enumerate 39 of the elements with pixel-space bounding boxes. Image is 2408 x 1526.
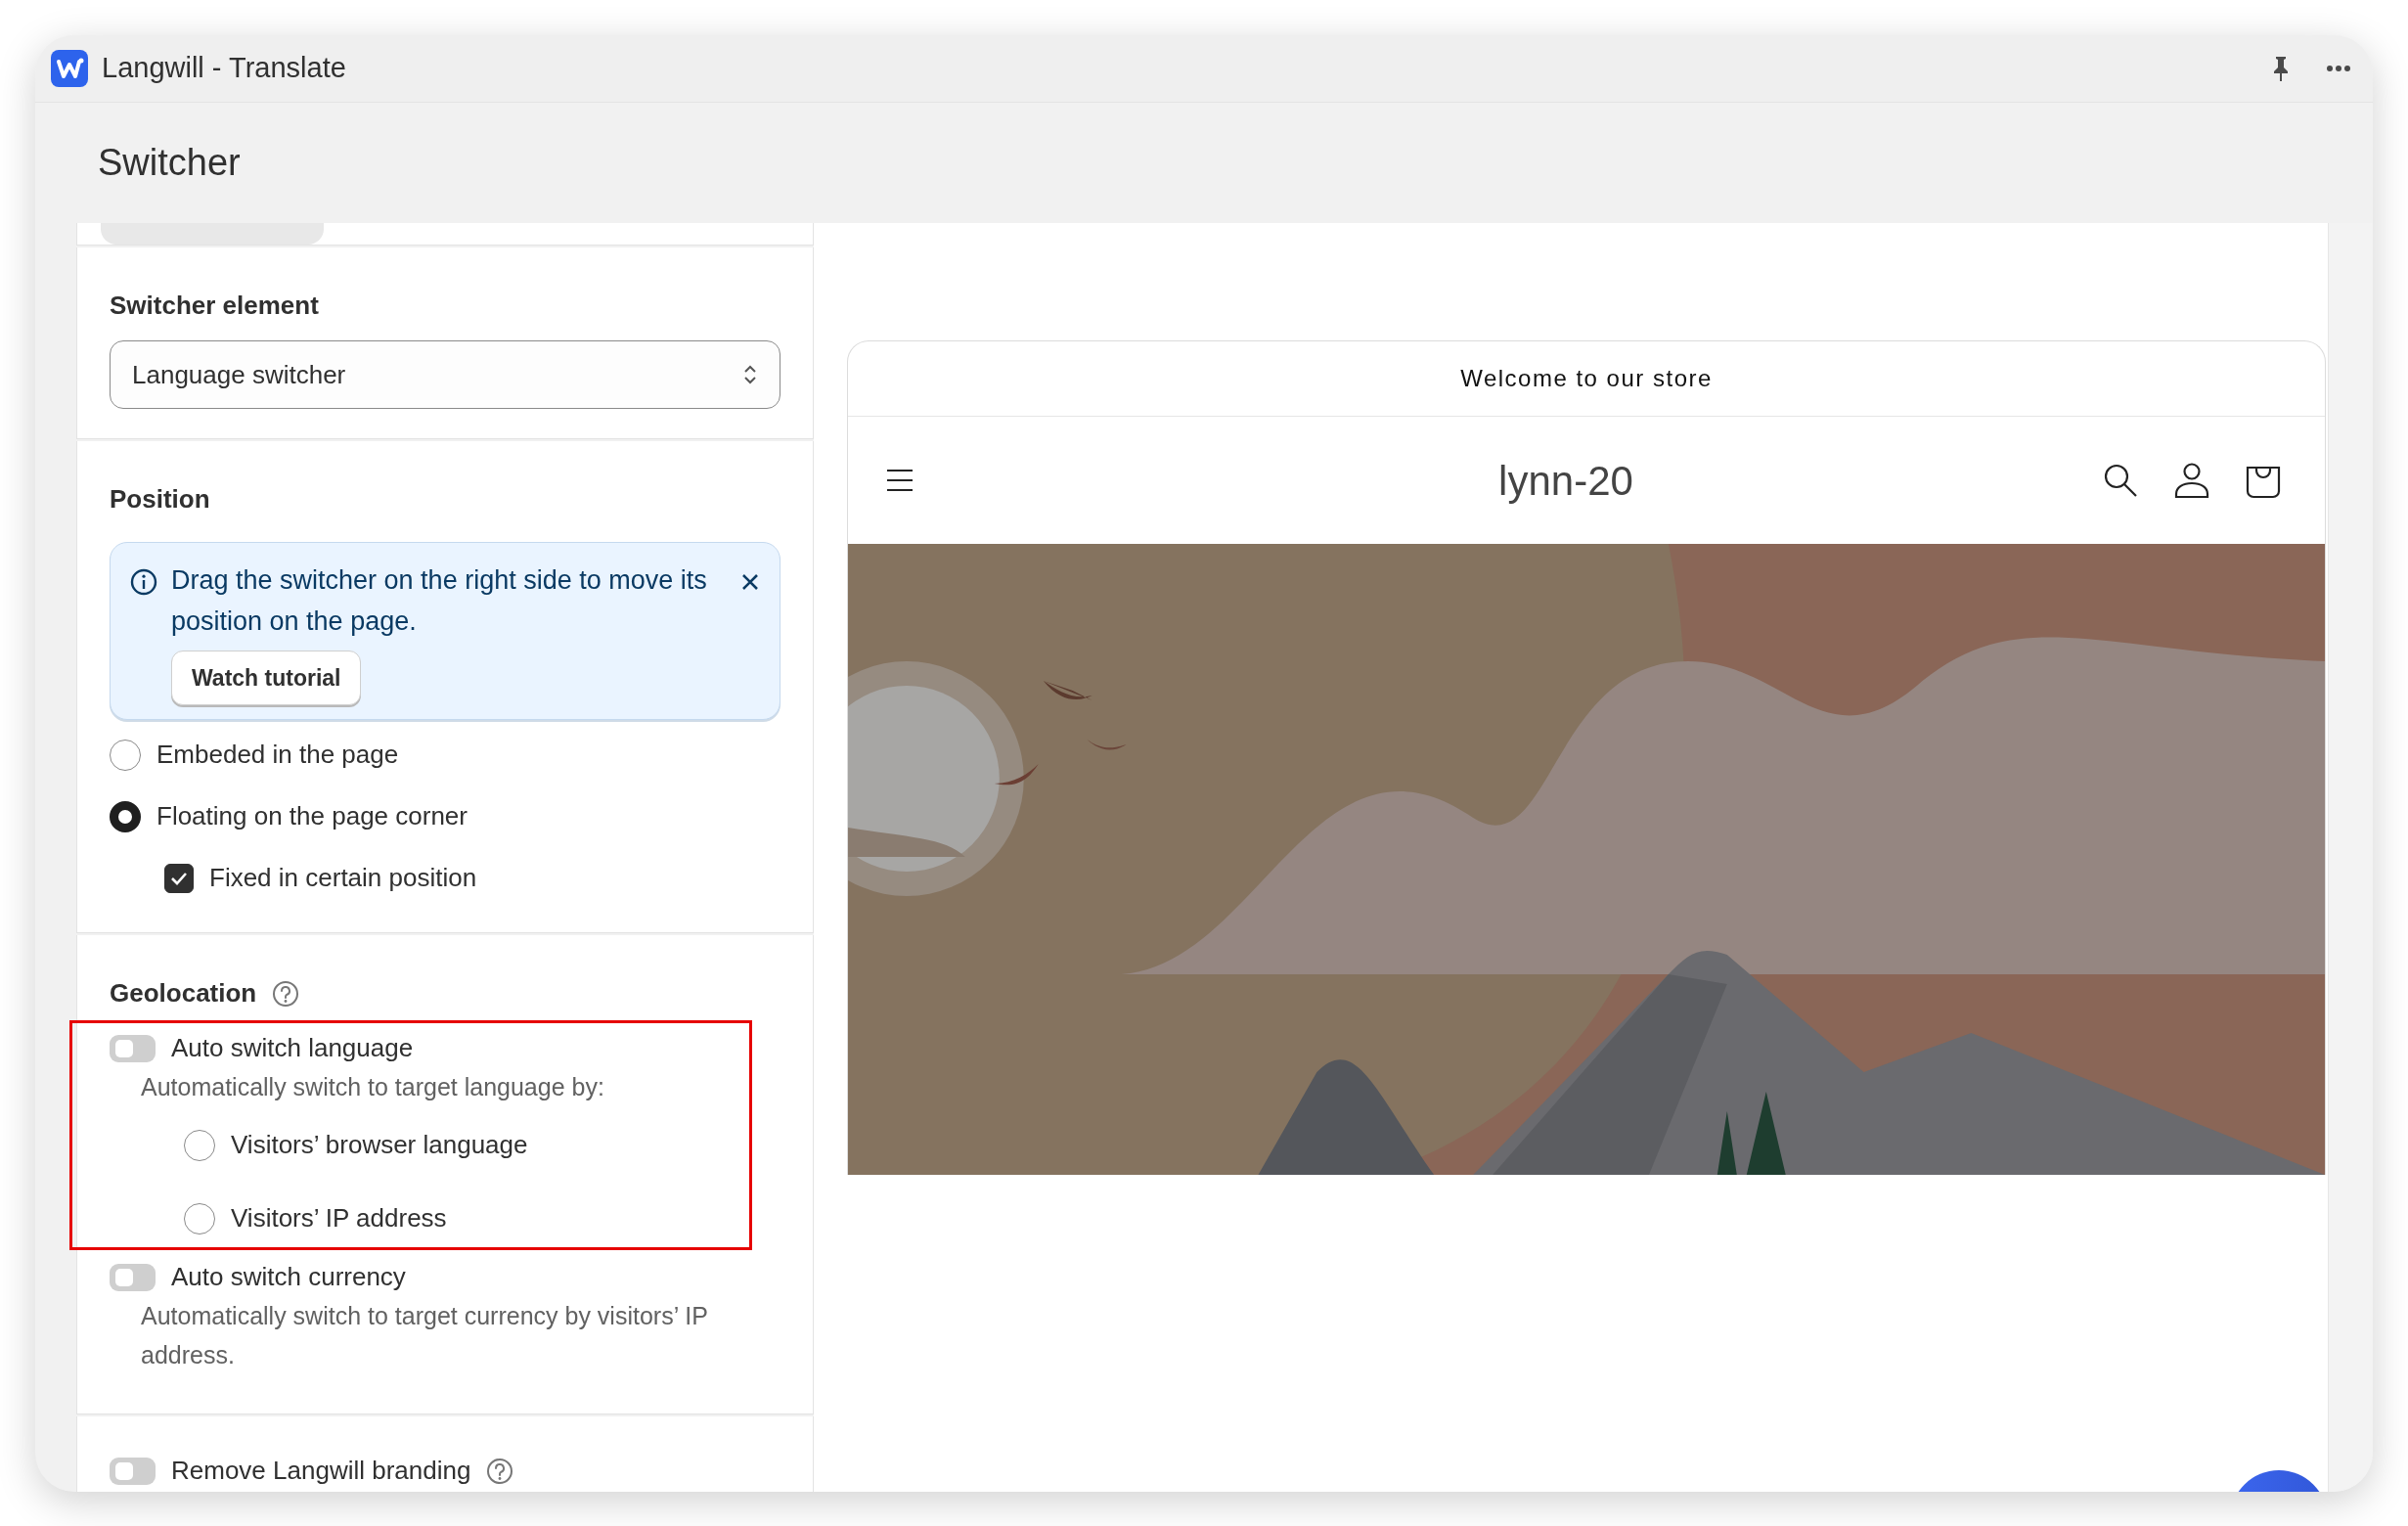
description-text: Automatically switch to target currency by visitors’ IP address. — [141, 1301, 709, 1371]
app-logo-icon — [51, 50, 88, 87]
toggle-label: Auto switch currency — [171, 1261, 406, 1294]
toggle-switch[interactable] — [110, 1034, 156, 1062]
chevron-icon — [742, 363, 758, 386]
radio-label: Visitors’ IP address — [231, 1202, 447, 1235]
pin-icon[interactable] — [2271, 55, 2291, 82]
banner-text: Drag the switcher on the right side to move its position on the page. — [171, 564, 708, 638]
section-heading: Geolocation — [110, 977, 257, 1010]
help-icon[interactable] — [272, 979, 300, 1008]
announcement-text: Welcome to our store — [1460, 364, 1713, 393]
radio-label: Visitors’ browser language — [231, 1129, 528, 1162]
section-heading: Switcher element — [110, 290, 320, 322]
window-title: Langwill - Translate — [102, 51, 346, 86]
toggle-label: Auto switch language — [171, 1032, 414, 1065]
select-field[interactable]: Language switcher — [110, 340, 780, 409]
more-icon[interactable] — [2326, 65, 2351, 72]
radio-button[interactable] — [184, 1129, 215, 1161]
toggle-switch[interactable] — [110, 1263, 156, 1291]
store-name: lynn-20 — [1497, 456, 1634, 506]
radio-label: Floating on the page corner — [156, 800, 468, 833]
search-icon[interactable] — [2102, 462, 2139, 499]
checkbox[interactable] — [164, 863, 194, 893]
account-icon[interactable] — [2174, 462, 2209, 499]
watch-tutorial-button[interactable]: Watch tutorial — [171, 650, 362, 706]
menu-icon[interactable] — [887, 469, 913, 492]
radio-button[interactable] — [110, 800, 141, 832]
info-icon — [130, 568, 157, 596]
toggle-switch[interactable] — [110, 1457, 156, 1485]
radio-button[interactable] — [110, 739, 141, 771]
toggle-label: Remove Langwill branding — [171, 1455, 471, 1488]
page-title: Switcher — [98, 141, 241, 185]
help-icon[interactable] — [486, 1457, 514, 1485]
checkbox-label: Fixed in certain position — [209, 862, 477, 895]
description-text: Automatically switch to target language by: — [141, 1072, 605, 1103]
radio-label: Embeded in the page — [156, 739, 399, 772]
section-heading: Position — [110, 483, 211, 516]
close-icon[interactable] — [740, 572, 760, 592]
radio-button[interactable] — [184, 1202, 215, 1234]
